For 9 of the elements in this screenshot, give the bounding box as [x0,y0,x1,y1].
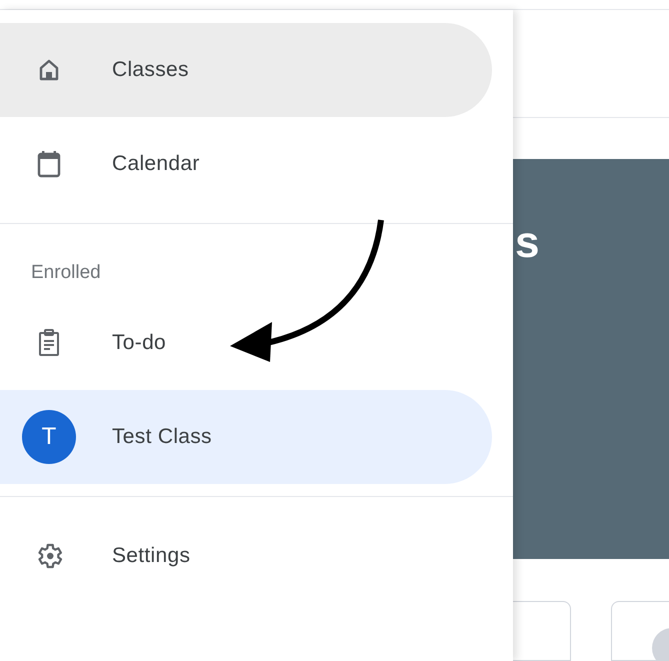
clipboard-icon [38,329,60,357]
banner-title: s [515,221,540,266]
section-heading: Enrolled [31,260,101,285]
nav-item[interactable]: T Test Class [0,390,492,484]
class-avatar: T [22,410,76,464]
nav-item[interactable]: Classes [0,23,492,117]
class-card [513,601,571,661]
calendar-icon [37,150,61,178]
home-icon [39,59,59,81]
